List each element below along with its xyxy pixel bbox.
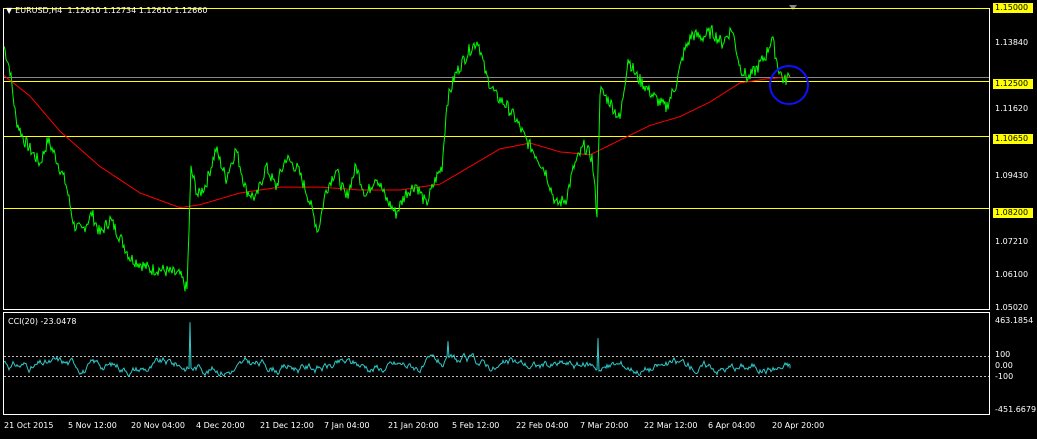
price-level-tag: 1.08200 bbox=[993, 208, 1033, 218]
price-level-tag: 1.15000 bbox=[993, 3, 1033, 13]
time-tick-label: 4 Dec 20:00 bbox=[196, 421, 245, 430]
time-tick-label: 21 Jan 20:00 bbox=[388, 421, 439, 430]
time-tick-label: 5 Feb 12:00 bbox=[452, 421, 500, 430]
time-tick-label: 22 Feb 04:00 bbox=[516, 421, 569, 430]
cci-series bbox=[3, 322, 791, 378]
time-tick-label: 20 Nov 04:00 bbox=[131, 421, 185, 430]
price-tick-label: 1.11620 bbox=[995, 104, 1029, 113]
price-tick-label: 1.09430 bbox=[995, 171, 1029, 180]
moving-average-line bbox=[3, 75, 791, 209]
price-panel-border bbox=[3, 8, 990, 310]
price-tick-label: 1.07210 bbox=[995, 237, 1029, 246]
time-tick-label: 21 Dec 12:00 bbox=[260, 421, 314, 430]
price-tick-label: 1.13840 bbox=[995, 38, 1029, 47]
chart-title: ▼ EURUSD,H4 1.12610 1.12734 1.12610 1.126… bbox=[6, 6, 207, 15]
cci-tick-label: -100 bbox=[995, 372, 1014, 381]
cci-panel-border bbox=[3, 312, 990, 415]
time-tick-label: 7 Jan 04:00 bbox=[324, 421, 370, 430]
price-level-tag: 1.12500 bbox=[993, 79, 1033, 89]
ohlc-values: 1.12610 1.12734 1.12610 1.12660 bbox=[67, 6, 208, 15]
time-tick-label: 6 Apr 04:00 bbox=[708, 421, 756, 430]
cci-tick-label: 0.00 bbox=[995, 361, 1013, 370]
cci-tick-label: -451.6679 bbox=[995, 405, 1037, 414]
price-tick-label: 1.06100 bbox=[995, 270, 1029, 279]
chart-shift-marker[interactable] bbox=[789, 5, 797, 10]
price-series bbox=[3, 25, 791, 292]
level-lines bbox=[4, 8, 989, 209]
time-tick-label: 5 Nov 12:00 bbox=[68, 421, 117, 430]
cci-tick-label: 463.1854 bbox=[995, 316, 1034, 325]
collapse-arrow-icon[interactable]: ▼ bbox=[6, 6, 12, 15]
cci-line bbox=[3, 322, 791, 378]
chart-canvas[interactable] bbox=[0, 0, 1037, 439]
price-line bbox=[3, 25, 791, 292]
moving-average bbox=[3, 75, 791, 209]
time-tick-label: 7 Mar 20:00 bbox=[580, 421, 629, 430]
time-tick-label: 21 Oct 2015 bbox=[4, 421, 54, 430]
time-tick-label: 20 Apr 20:00 bbox=[772, 421, 825, 430]
price-tick-label: 1.05020 bbox=[995, 303, 1029, 312]
cci-tick-label: 100 bbox=[995, 350, 1011, 359]
time-tick-label: 22 Mar 12:00 bbox=[644, 421, 698, 430]
marker-circle bbox=[769, 65, 809, 105]
cci-indicator-label: CCI(20) -23.0478 bbox=[8, 317, 77, 326]
price-level-tag: 1.10650 bbox=[993, 134, 1033, 144]
symbol-label: EURUSD,H4 bbox=[15, 6, 63, 15]
chart-window[interactable]: ▼ EURUSD,H4 1.12610 1.12734 1.12610 1.126… bbox=[0, 0, 1037, 439]
